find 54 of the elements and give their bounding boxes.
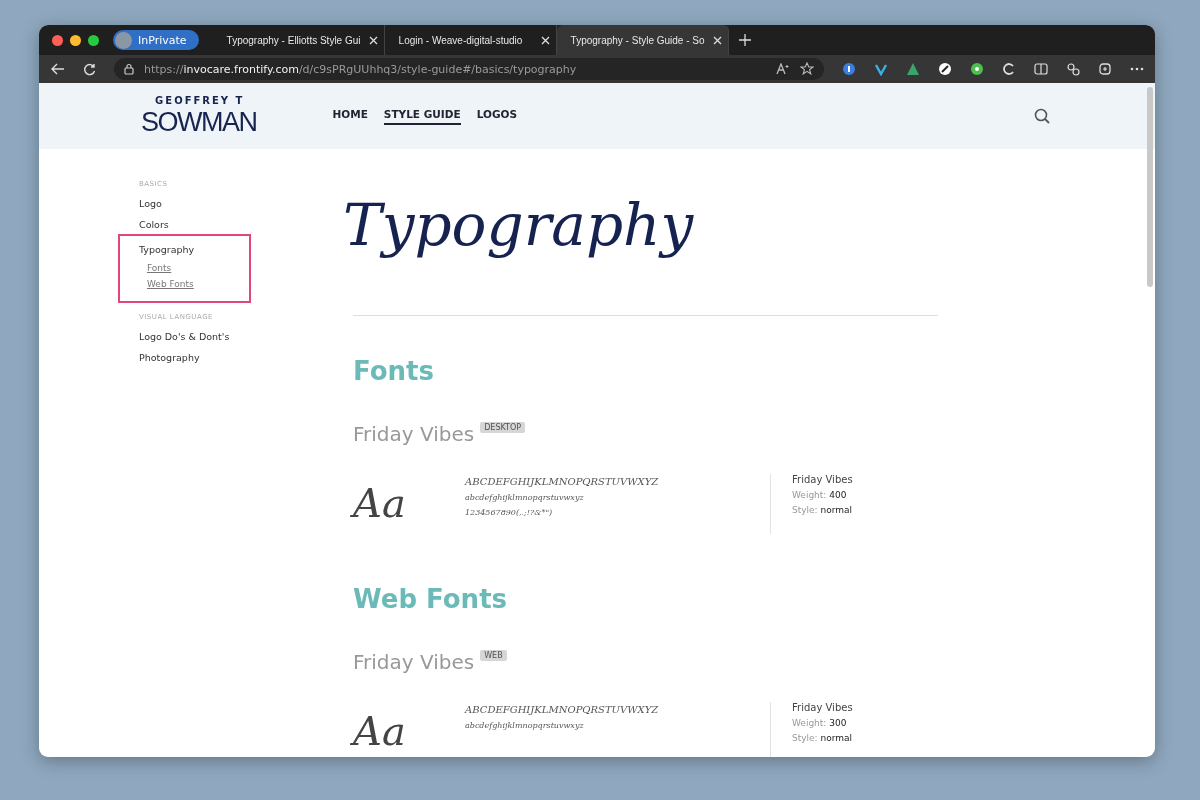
lock-icon [124, 63, 134, 75]
sidebar-item[interactable]: Logo Do's & Dont's [139, 327, 314, 348]
logo[interactable]: GEOFFREY T SOWMAN [141, 95, 259, 137]
close-icon[interactable] [712, 35, 722, 45]
extension-icon[interactable] [970, 62, 984, 76]
sidebar-item[interactable]: Typography [139, 240, 229, 261]
close-window-icon[interactable] [52, 34, 63, 46]
glyph-sample: abcdefghijklmnopqrstuvwxyz [465, 493, 585, 502]
font-weight: Weight: 300 [792, 718, 848, 728]
sidebar-subitem[interactable]: Fonts [139, 261, 229, 277]
glyph-sample: ABCDEFGHIJKLMNOPQRSTUVWXYZ [465, 704, 660, 715]
close-icon[interactable] [540, 35, 550, 45]
page-title: Typography [343, 191, 695, 261]
address-bar[interactable]: https://invocare.frontify.com/d/c9sPRgUUhhq3/style-guide#/basics/typography [114, 58, 824, 80]
back-arrow-icon[interactable] [51, 63, 65, 75]
new-tab-icon[interactable] [738, 34, 751, 46]
sidebar-subitem[interactable]: Web Fonts [139, 277, 229, 293]
glyph-sample: 1234567890(,.;!?&*") [465, 508, 554, 517]
search-icon[interactable] [1034, 108, 1050, 124]
v-logo-icon[interactable] [874, 62, 888, 76]
split-screen-icon[interactable] [1034, 62, 1048, 76]
profile-button[interactable]: InPrivate [113, 30, 199, 50]
glyph-sample: abcdefghijklmnopqrstuvwxyz [465, 721, 585, 730]
font-weight: Weight: 400 [792, 490, 848, 500]
scrollbar[interactable] [1147, 87, 1153, 287]
sidebar-item[interactable]: Logo [139, 194, 314, 215]
star-icon[interactable] [800, 62, 814, 76]
font-info-name: Friday Vibes [792, 474, 853, 485]
sidebar-item[interactable]: Photography [139, 348, 314, 369]
extension-icon[interactable] [1002, 62, 1016, 76]
read-aloud-icon[interactable] [776, 63, 790, 75]
font-badge: WEB [480, 650, 507, 661]
font-name: Friday Vibes [353, 650, 475, 674]
font-badge: DESKTOP [480, 422, 526, 433]
extension-icon[interactable] [938, 62, 952, 76]
font-info-name: Friday Vibes [792, 702, 853, 713]
section-heading: Fonts [353, 356, 435, 386]
close-icon[interactable] [368, 35, 378, 45]
sidebar-item[interactable]: Colors [139, 215, 314, 236]
minimize-window-icon[interactable] [70, 34, 81, 46]
browser-tab[interactable]: Typography - Style Guide - So [556, 25, 729, 55]
more-icon[interactable] [1130, 67, 1144, 71]
font-name: Friday Vibes [353, 422, 475, 446]
glyph-sample: ABCDEFGHIJKLMNOPQRSTUVWXYZ [465, 476, 660, 487]
nav-link[interactable]: STYLE GUIDE [383, 107, 461, 125]
font-style: Style: normal [792, 733, 853, 743]
reload-icon[interactable] [83, 62, 96, 76]
nav-link[interactable]: HOME [332, 107, 368, 125]
font-style: Style: normal [792, 505, 853, 515]
nav-link[interactable]: LOGOS [476, 107, 517, 125]
url-text: https://invocare.frontify.com/d/c9sPRgUUhhq3/style-guide#/basics/typography [144, 62, 577, 76]
maximize-window-icon[interactable] [88, 34, 99, 46]
section-heading: Web Fonts [353, 584, 509, 614]
extension-icon[interactable] [842, 62, 856, 76]
